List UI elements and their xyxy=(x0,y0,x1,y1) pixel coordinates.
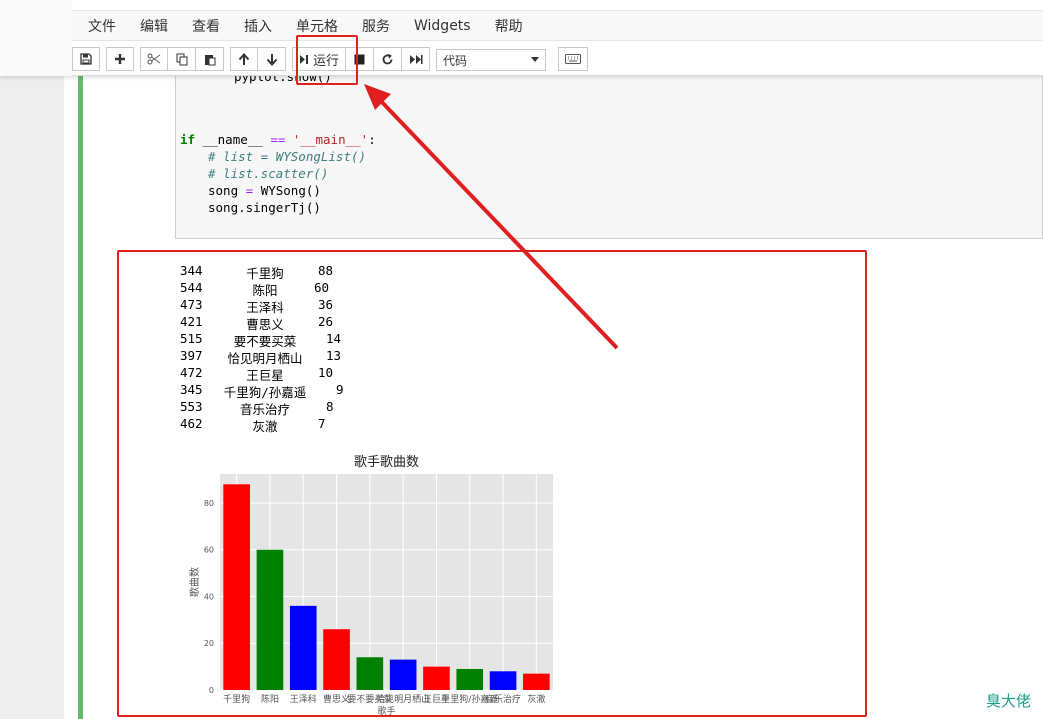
menu-edit[interactable]: 编辑 xyxy=(128,16,180,36)
save-icon xyxy=(80,53,92,65)
df-title: 88 xyxy=(318,263,334,278)
bar-王巨星 xyxy=(423,666,450,690)
move-up-button[interactable] xyxy=(230,47,258,71)
bar-chart: 020406080千里狗 陈阳 王泽科 曹思义要不要买菜恰见明月栖山王巨星千里狗/孙嘉… xyxy=(188,455,553,717)
df-title: 14 xyxy=(326,331,342,346)
df-title: 26 xyxy=(318,314,334,329)
run-button-highlight xyxy=(296,35,358,85)
top-header: 文件 编辑 查看 插入 单元格 服务 Widgets 帮助 运行 代码 xyxy=(0,0,1043,76)
cell-type-value: 代码 xyxy=(443,53,468,68)
bar-曹思义 xyxy=(323,629,350,690)
arrow-up-icon xyxy=(238,52,250,65)
menu-cell[interactable]: 单元格 xyxy=(284,16,350,36)
menu-bar: 文件 编辑 查看 插入 单元格 服务 Widgets 帮助 xyxy=(72,10,1043,41)
df-index: 345 xyxy=(180,382,203,397)
y-axis-label: 歌曲数 xyxy=(188,567,201,597)
x-tick-label: 灰澈 xyxy=(527,693,545,705)
df-index: 472 xyxy=(180,365,203,380)
bar-灰澈 xyxy=(523,673,550,690)
paste-button[interactable] xyxy=(196,47,224,71)
jupyter-window: 文件 编辑 查看 插入 单元格 服务 Widgets 帮助 运行 代码 pypl… xyxy=(0,0,1043,719)
bar-千里狗 xyxy=(223,484,250,690)
bar-恰见明月栖山 xyxy=(389,659,417,690)
y-tick-label: 60 xyxy=(204,546,214,555)
menu-insert[interactable]: 插入 xyxy=(232,16,284,36)
restart-icon xyxy=(382,53,393,64)
code-line-5: song.singerTj() xyxy=(208,200,321,215)
watermark: 臭大佬 xyxy=(986,692,1032,710)
move-down-button[interactable] xyxy=(258,47,286,71)
caret-down-icon xyxy=(531,57,540,62)
menu-widgets[interactable]: Widgets xyxy=(402,18,483,34)
copy-icon xyxy=(176,53,187,65)
df-title: 7 xyxy=(318,416,326,431)
code-line-2: # list = WYSongList() xyxy=(208,149,367,164)
df-index: 515 xyxy=(180,331,203,346)
y-tick-label: 20 xyxy=(204,639,214,648)
x-tick-label: 音乐治疗 xyxy=(485,693,521,705)
menu-view[interactable]: 查看 xyxy=(180,16,232,36)
menu-help[interactable]: 帮助 xyxy=(483,16,535,36)
paste-icon xyxy=(204,54,215,65)
x-tick-label: 千里狗 xyxy=(223,693,250,705)
df-title: 9 xyxy=(336,382,344,397)
df-title: 13 xyxy=(326,348,342,363)
cut-button[interactable] xyxy=(140,47,168,71)
code-line-1: if __name__ == '__main__': xyxy=(180,132,376,147)
code-line-4: song = WYSong() xyxy=(208,183,321,198)
x-tick-label: 陈阳 xyxy=(261,693,279,705)
command-palette-button[interactable] xyxy=(558,47,589,71)
cell-type-select[interactable]: 代码 xyxy=(436,49,547,71)
scissors-icon xyxy=(147,53,161,65)
menu-file[interactable]: 文件 xyxy=(76,16,128,36)
df-title: 60 xyxy=(314,280,330,295)
fast-forward-icon xyxy=(409,54,423,64)
bar-要不要买菜 xyxy=(356,657,384,690)
df-index: 544 xyxy=(180,280,203,295)
restart-button[interactable] xyxy=(374,47,403,71)
bar-王泽科 xyxy=(289,605,317,690)
y-tick-label: 80 xyxy=(204,499,214,508)
df-title: 10 xyxy=(318,365,334,380)
plus-icon xyxy=(115,54,125,64)
df-index: 462 xyxy=(180,416,203,431)
df-index: 473 xyxy=(180,297,203,312)
menu-kernel[interactable]: 服务 xyxy=(350,16,402,36)
run-all-button[interactable] xyxy=(402,47,431,71)
notebook-container: pyplot.show() if __name__ == '__main__':… xyxy=(64,69,1043,719)
y-tick-label: 0 xyxy=(209,686,214,695)
copy-button[interactable] xyxy=(168,47,196,71)
df-singer: 灰澈 xyxy=(252,419,278,434)
code-cell-input[interactable]: pyplot.show() if __name__ == '__main__':… xyxy=(175,69,1043,239)
x-tick-label: 曹思义 xyxy=(323,693,350,705)
bar-陈阳 xyxy=(256,549,284,690)
arrow-down-icon xyxy=(266,53,277,66)
bar-千里狗/孙嘉遥 xyxy=(456,668,484,690)
save-button[interactable] xyxy=(72,47,100,71)
code-line-3: # list.scatter() xyxy=(208,166,329,181)
insert-cell-button[interactable] xyxy=(106,47,134,71)
cell-selected-indicator xyxy=(78,76,83,719)
df-index: 397 xyxy=(180,348,203,363)
df-index: 344 xyxy=(180,263,203,278)
df-title: 8 xyxy=(326,399,334,414)
df-index: 421 xyxy=(180,314,203,329)
y-tick-label: 40 xyxy=(204,592,214,601)
x-axis-label: 歌手 xyxy=(377,705,395,717)
bar-音乐治疗 xyxy=(489,671,517,690)
x-tick-label: 王泽科 xyxy=(290,693,317,705)
chart-title: 歌手歌曲数 xyxy=(354,455,419,470)
df-index: 553 xyxy=(180,399,203,414)
keyboard-icon xyxy=(565,54,582,64)
df-title: 36 xyxy=(318,297,334,312)
